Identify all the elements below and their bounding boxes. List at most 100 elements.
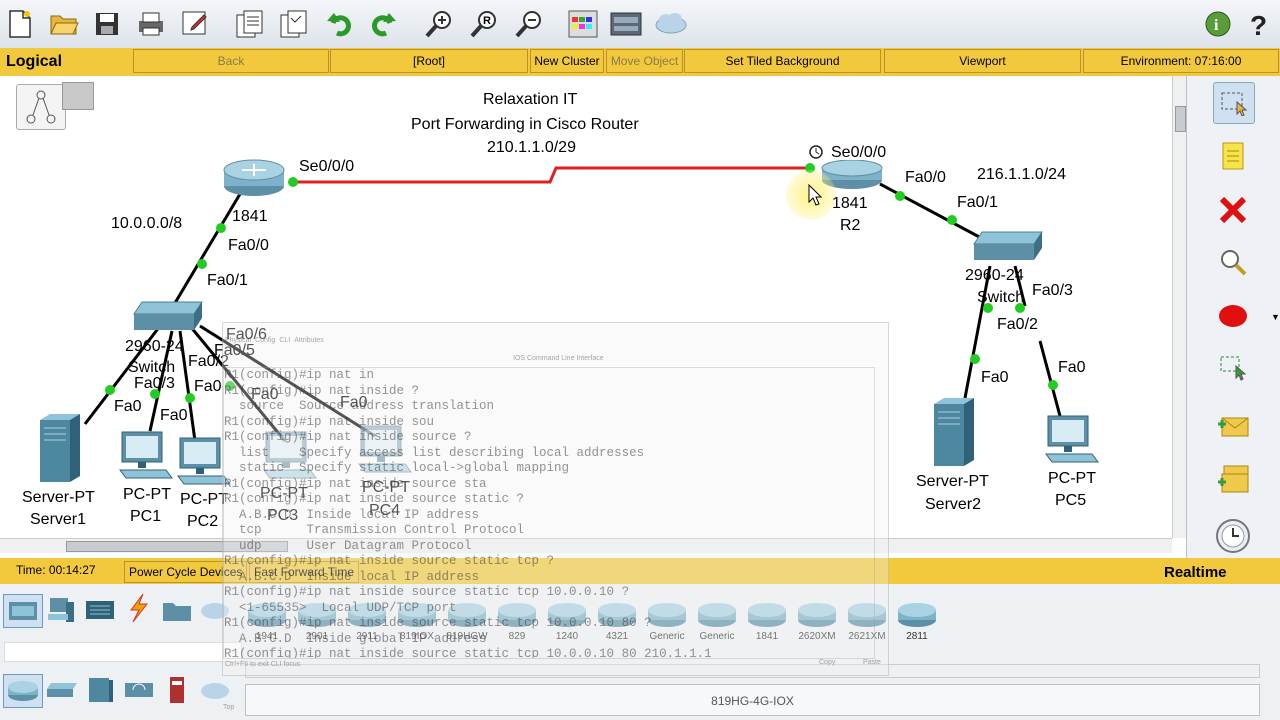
root-button[interactable]: [Root] — [330, 49, 528, 73]
add-simple-pdu-icon[interactable] — [1213, 406, 1253, 446]
routers-subcategory-icon[interactable] — [3, 674, 43, 708]
left-network-label: 10.0.0.0/8 — [111, 215, 183, 232]
select-tool-icon[interactable] — [1213, 82, 1255, 124]
category-description-box — [4, 642, 242, 662]
new-cluster-button[interactable]: New Cluster — [530, 49, 604, 73]
server-1[interactable] — [38, 412, 84, 489]
move-object-button[interactable]: Move Object — [606, 49, 683, 73]
cli-line: R1(config)#ip nat inside source static t… — [224, 647, 712, 659]
logical-view-label: Logical — [6, 53, 63, 70]
tab-attributes[interactable]: Attributes — [294, 337, 324, 349]
network-devices-category-icon[interactable] — [3, 594, 43, 628]
zoom-out-icon[interactable] — [511, 6, 547, 42]
pc-1[interactable] — [118, 430, 174, 485]
main-toolbar: R i ? — [0, 0, 1280, 49]
switch-2[interactable] — [972, 228, 1044, 267]
cli-line: R1(config)#ip nat inside source sta — [224, 476, 487, 491]
palette-icon[interactable] — [565, 6, 601, 42]
print-icon[interactable] — [133, 6, 169, 42]
pc-5[interactable] — [1044, 414, 1100, 469]
back-button[interactable]: Back — [133, 49, 329, 73]
switches-subcategory-icon[interactable] — [43, 674, 81, 706]
undo-icon[interactable] — [322, 6, 358, 42]
simulation-clock-icon[interactable] — [1213, 516, 1253, 556]
navigation-panel-icon[interactable] — [16, 84, 66, 130]
cli-line: R1(config)#ip nat inside source static ? — [224, 492, 525, 506]
cli-line: A.B.C.D Inside global IP address — [224, 631, 487, 646]
end-devices-category-icon[interactable] — [43, 594, 81, 626]
r1-fa-port-label: Fa0/0 — [228, 237, 269, 254]
draw-dropdown-arrow-icon[interactable]: ▼ — [1271, 312, 1280, 322]
wan-emulation-subcategory-icon[interactable] — [196, 674, 234, 706]
tab-physical[interactable]: Physical — [225, 337, 251, 349]
realtime-mode-label[interactable]: Realtime — [1164, 564, 1227, 581]
set-tiled-background-button[interactable]: Set Tiled Background — [684, 49, 881, 73]
elapsed-time-label: Time: 00:14:27 — [16, 563, 96, 577]
cli-line: A.B.C.D Inside local IP address — [224, 569, 480, 584]
clock-icon — [808, 144, 824, 163]
delete-tool-icon[interactable] — [1213, 190, 1253, 230]
resize-shape-tool-icon[interactable] — [1213, 348, 1253, 388]
hubs-subcategory-icon[interactable] — [81, 674, 119, 706]
security-subcategory-icon[interactable] — [158, 674, 196, 706]
add-complex-pdu-icon[interactable] — [1213, 460, 1253, 500]
sw2-uplink-port-label: Fa0/1 — [957, 194, 998, 211]
sw1-uplink-port-label: Fa0/1 — [207, 272, 248, 289]
new-file-icon[interactable] — [2, 6, 38, 42]
cli-line: R1(config)#ip nat inside sou — [224, 414, 435, 429]
device-icon[interactable] — [608, 6, 644, 42]
viewport-button[interactable]: Viewport — [884, 49, 1081, 73]
device-model-item[interactable]: 2811 — [895, 598, 939, 644]
cli-top-checkbox[interactable]: Top — [223, 704, 234, 711]
right-tool-panel: ▼ — [1186, 76, 1280, 558]
edit-icon[interactable] — [177, 6, 213, 42]
open-folder-icon[interactable] — [46, 6, 82, 42]
save-icon[interactable] — [89, 6, 125, 42]
pc2-port-label: Fa0 — [194, 378, 222, 395]
note-tool-icon[interactable] — [1213, 136, 1253, 176]
help-icon[interactable]: ? — [1242, 6, 1278, 42]
redo-icon[interactable] — [365, 6, 401, 42]
device-model-label: 2811 — [906, 631, 928, 642]
zoom-in-icon[interactable] — [421, 6, 457, 42]
draw-ellipse-tool-icon[interactable] — [1213, 296, 1253, 336]
sw2-fa03-port-label: Fa0/3 — [1032, 282, 1073, 299]
info-icon[interactable]: i — [1200, 6, 1236, 42]
workspace-vertical-scrollbar[interactable] — [1172, 76, 1187, 538]
connections-category-icon[interactable] — [120, 592, 158, 624]
mouse-pointer-icon — [808, 183, 823, 209]
components-category-icon[interactable] — [81, 594, 119, 626]
topology-subtitle: Port Forwarding in Cisco Router — [411, 116, 639, 133]
server-2[interactable] — [932, 396, 978, 473]
vertical-scroll-thumb[interactable] — [1175, 106, 1186, 132]
tab-config[interactable]: Config — [255, 337, 275, 349]
wireless-subcategory-icon[interactable] — [120, 674, 158, 706]
environment-time-button[interactable]: Environment: 07:16:00 — [1083, 49, 1279, 73]
inspect-tool-icon[interactable] — [1213, 242, 1253, 282]
device-description-box: 819HG-4G-IOX — [245, 684, 1260, 716]
cli-line: R1(config)#ip nat in — [224, 368, 375, 382]
router-r1[interactable] — [222, 158, 286, 201]
switch-1[interactable] — [132, 298, 204, 337]
cli-line: udp User Datagram Protocol — [224, 538, 472, 553]
cloud-icon[interactable] — [653, 6, 689, 42]
pc5-port-label: Fa0 — [1058, 359, 1086, 376]
server2-port-label: Fa0 — [981, 369, 1009, 386]
copy-icon[interactable] — [232, 6, 268, 42]
r2-fa-port-label: Fa0/0 — [905, 169, 946, 186]
miscellaneous-category-icon[interactable] — [158, 594, 196, 626]
cli-line: R1(config)#ip nat inside source static t… — [224, 585, 630, 599]
cli-window-overlay[interactable]: Physical Config CLI Attributes IOS Comma… — [222, 322, 889, 711]
tab-cli[interactable]: CLI — [279, 337, 290, 349]
cli-line: R1(config)#ip nat inside source static t… — [224, 616, 652, 630]
list-view-icon[interactable] — [62, 82, 94, 110]
pc5-name-label: PC5 — [1055, 492, 1087, 509]
cli-copy-button[interactable]: Copy — [819, 659, 835, 666]
pc2-type-label: PC-PT — [180, 491, 228, 508]
cli-paste-button[interactable]: Paste — [863, 659, 881, 666]
server1-type-label: Server-PT — [22, 489, 95, 506]
server1-name-label: Server1 — [30, 511, 87, 528]
paste-icon[interactable] — [276, 6, 312, 42]
zoom-reset-icon[interactable]: R — [466, 6, 502, 42]
cli-console-text[interactable]: R1(config)#ip nat in R1(config)#ip nat in… — [223, 367, 875, 659]
